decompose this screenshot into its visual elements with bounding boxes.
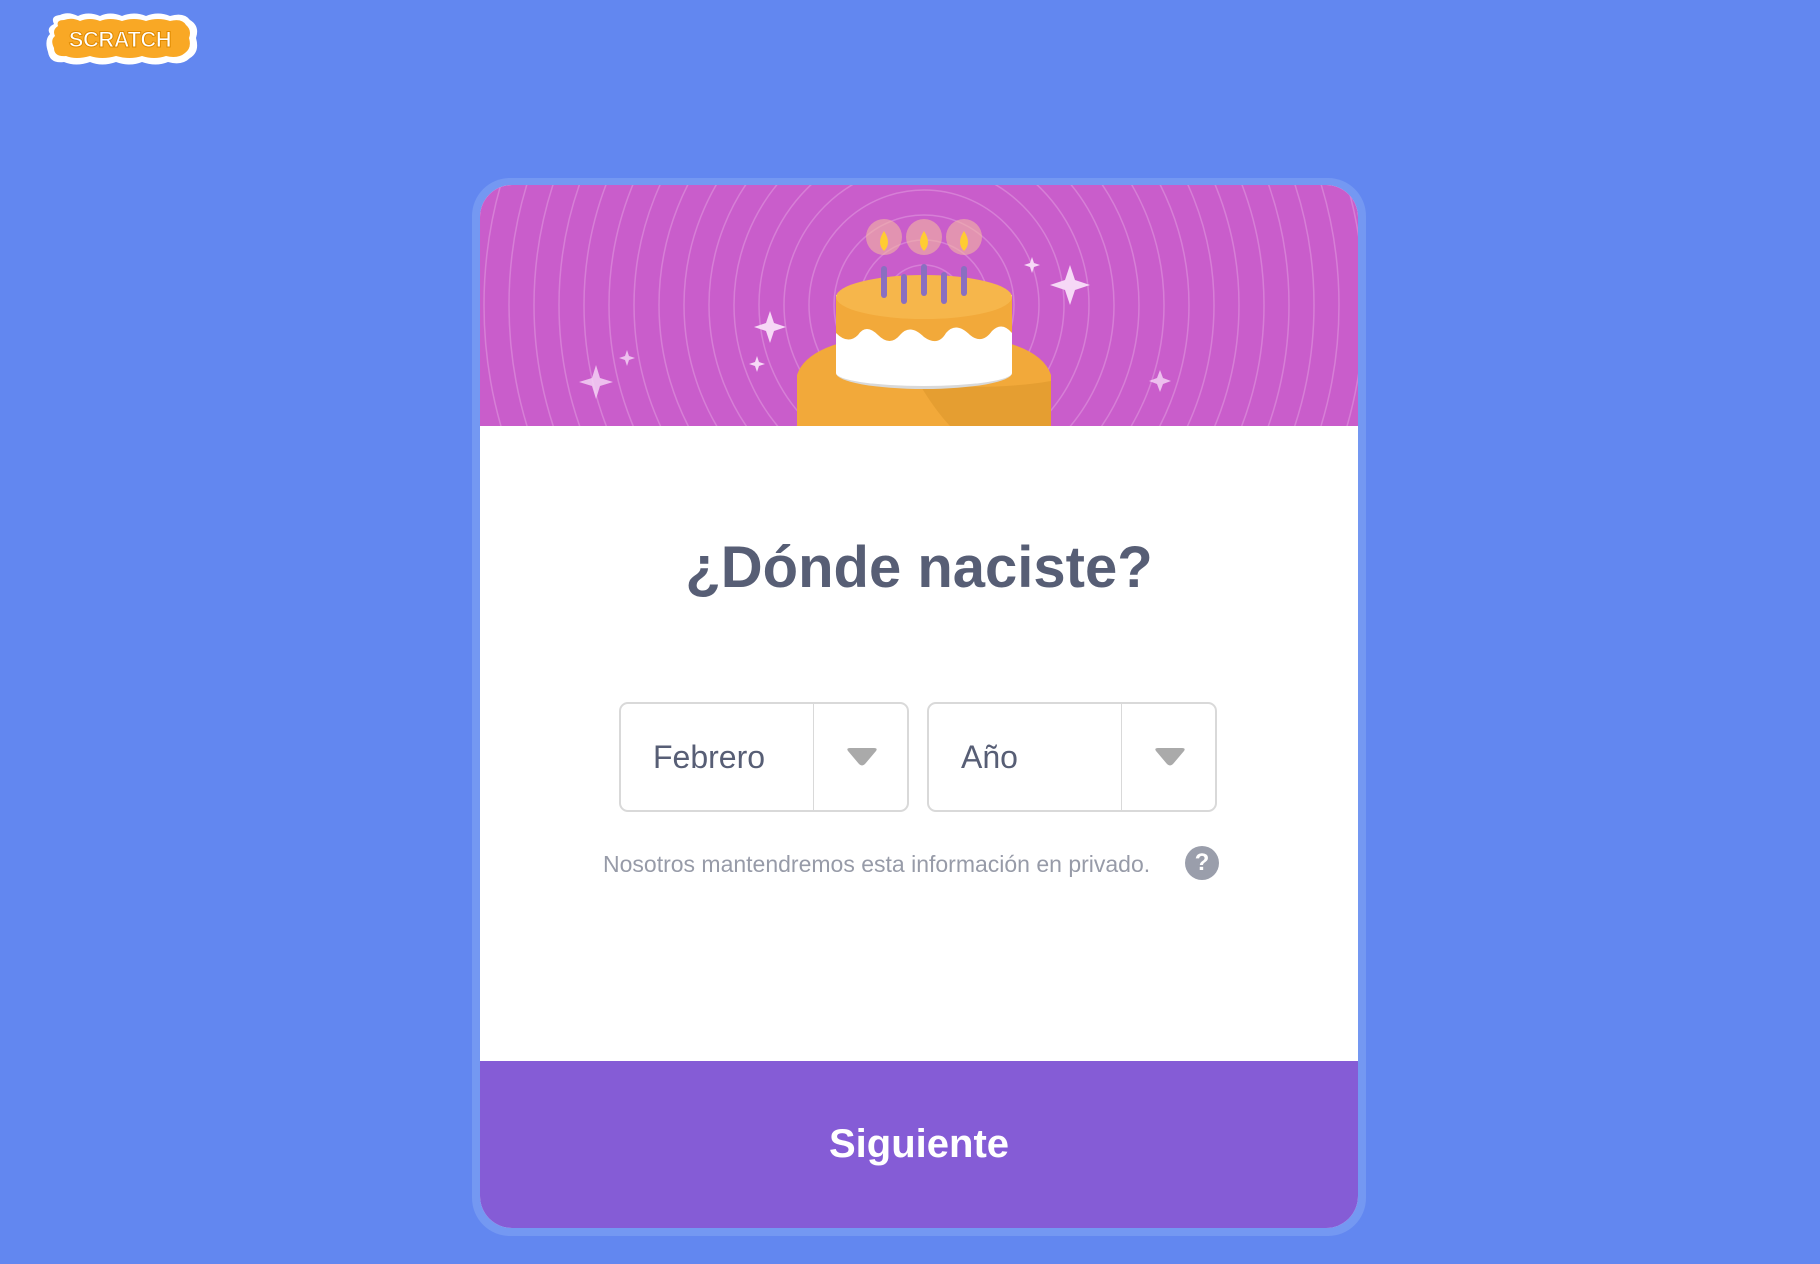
help-icon[interactable]: ? xyxy=(1185,846,1219,880)
month-select-value: Febrero xyxy=(653,739,766,775)
logo-text: SCRATCH xyxy=(69,27,171,52)
year-select-value: Año xyxy=(961,739,1018,775)
birthday-cake-illustration xyxy=(483,185,1358,426)
privacy-note: Nosotros mantendremos esta información e… xyxy=(480,843,1358,883)
scratch-logo-icon: SCRATCH xyxy=(46,13,198,65)
chevron-down-icon xyxy=(1155,748,1185,766)
select-divider xyxy=(813,704,814,810)
birthdate-dialog: ¿Dónde naciste? Febrero Año Nosotros man… xyxy=(480,185,1358,1228)
scratch-logo[interactable]: SCRATCH xyxy=(44,10,202,68)
banner-illustration xyxy=(480,185,1358,426)
privacy-note-text: Nosotros mantendremos esta información e… xyxy=(603,851,1151,877)
next-button[interactable]: Siguiente xyxy=(480,1061,1358,1228)
chevron-down-icon xyxy=(847,748,877,766)
year-select[interactable]: Año xyxy=(927,702,1217,812)
month-select[interactable]: Febrero xyxy=(619,702,909,812)
select-divider xyxy=(1121,704,1122,810)
dialog-title: ¿Dónde naciste? xyxy=(685,535,1153,600)
